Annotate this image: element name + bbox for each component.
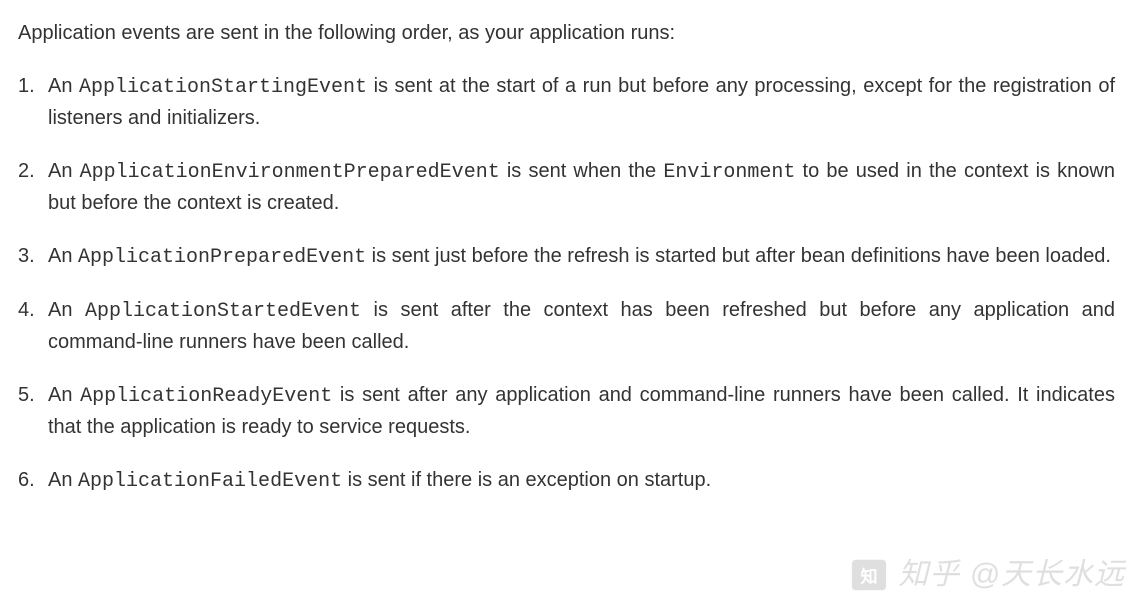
svg-text:知: 知 — [861, 566, 878, 586]
zhihu-logo-icon: 知 — [850, 556, 888, 594]
list-item: An ApplicationReadyEvent is sent after a… — [18, 380, 1115, 443]
events-list: An ApplicationStartingEvent is sent at t… — [18, 71, 1115, 497]
code-token: ApplicationEnvironmentPreparedEvent — [80, 161, 500, 184]
item-text: An — [48, 469, 78, 491]
code-token: ApplicationReadyEvent — [80, 385, 332, 408]
item-text: is sent just before the refresh is start… — [366, 245, 1111, 267]
item-text: An — [48, 384, 80, 406]
list-item: An ApplicationFailedEvent is sent if the… — [18, 465, 1115, 497]
code-token: ApplicationStartedEvent — [85, 300, 361, 323]
code-token: Environment — [663, 161, 795, 184]
list-item: An ApplicationStartedEvent is sent after… — [18, 295, 1115, 358]
list-item: An ApplicationStartingEvent is sent at t… — [18, 71, 1115, 134]
intro-paragraph: Application events are sent in the follo… — [18, 18, 1115, 49]
item-text: An — [48, 245, 78, 267]
item-text: is sent when the — [500, 160, 664, 182]
item-text: is sent if there is an exception on star… — [342, 469, 711, 491]
list-item: An ApplicationEnvironmentPreparedEvent i… — [18, 156, 1115, 219]
code-token: ApplicationFailedEvent — [78, 470, 342, 493]
item-text: An — [48, 160, 80, 182]
watermark-text: 知乎 @天长水远 — [898, 552, 1125, 599]
code-token: ApplicationStartingEvent — [79, 76, 367, 99]
item-text: An — [48, 75, 79, 97]
item-text: An — [48, 299, 85, 321]
code-token: ApplicationPreparedEvent — [78, 246, 366, 269]
list-item: An ApplicationPreparedEvent is sent just… — [18, 241, 1115, 273]
watermark: 知 知乎 @天长水远 — [850, 552, 1125, 599]
